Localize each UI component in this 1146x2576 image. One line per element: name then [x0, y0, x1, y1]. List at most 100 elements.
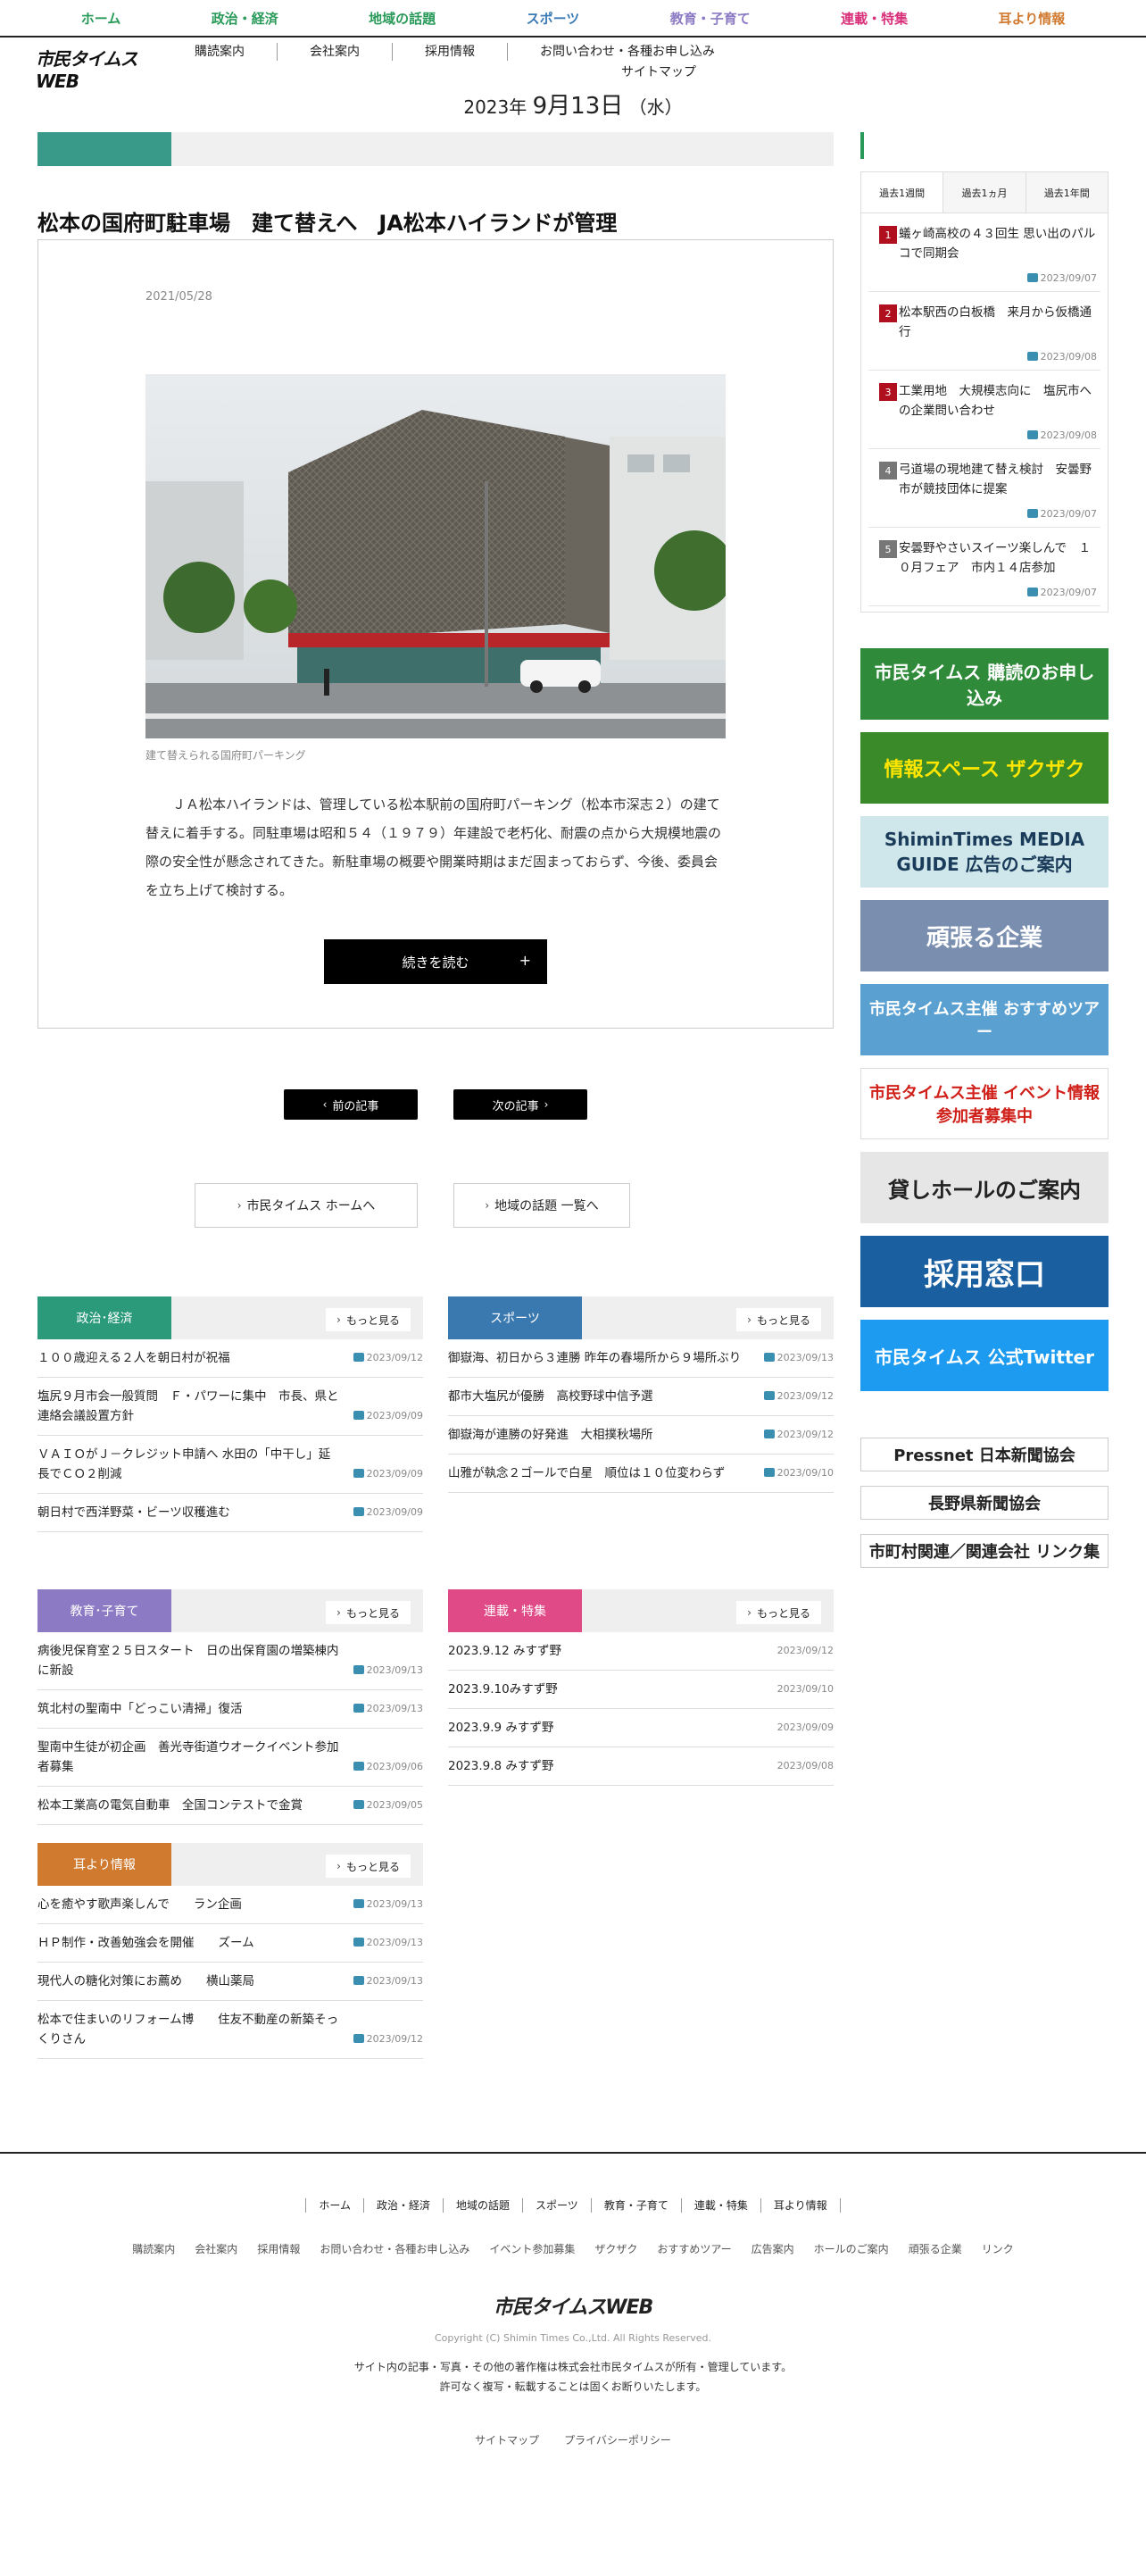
ranking-title[interactable]: 工業用地 大規模志向に 塩尻市への企業問い合わせ [899, 381, 1100, 421]
list-item-title[interactable]: 2023.9.10みすず野 [448, 1680, 834, 1699]
list-item[interactable]: 心を癒やす歌声楽しんで ラン企画 2023/09/13 [37, 1886, 423, 1924]
topnav-item-6[interactable]: 耳より情報 [999, 9, 1066, 28]
banner-2[interactable]: ShiminTimes MEDIA GUIDE 広告のご案内 [860, 816, 1109, 888]
footer-subnav-item[interactable]: おすすめツアー [647, 2241, 741, 2256]
subnav-company[interactable]: 会社案内 [278, 43, 393, 61]
section-label[interactable]: スポーツ [448, 1296, 582, 1339]
banner-8[interactable]: 市民タイムス 公式Twitter [860, 1320, 1109, 1391]
footer-subnav-item[interactable]: お問い合わせ・各種お申し込み [310, 2241, 479, 2256]
footer-subnav-item[interactable]: 会社案内 [185, 2241, 247, 2256]
topnav-item-4[interactable]: 教育・子育て [670, 9, 751, 28]
list-item[interactable]: 御嶽海が連勝の好発進 大相撲秋場所 2023/09/12 [448, 1416, 834, 1455]
subnav-recruit[interactable]: 採用情報 [393, 43, 508, 61]
ranking-item[interactable]: 4 弓道場の現地建て替え検討 安曇野市が競技団体に提案 2023/09/07 [868, 449, 1100, 528]
footer-bottom-link[interactable]: サイトマップ [462, 2432, 552, 2447]
footer-subnav-item[interactable]: 採用情報 [247, 2241, 310, 2256]
list-item[interactable]: ＶＡＩＯがＪ－クレジット申請へ 水田の「中干し」延長でＣＯ２削減 2023/09/… [37, 1436, 423, 1494]
list-item-title[interactable]: 2023.9.9 みすず野 [448, 1718, 834, 1738]
more-button[interactable]: › もっと見る [736, 1308, 821, 1331]
section-label[interactable]: 教育･子育て [37, 1589, 171, 1632]
list-item[interactable]: 聖南中生徒が初企画 善光寺街道ウオークイベント参加者募集 2023/09/06 [37, 1729, 423, 1787]
list-item[interactable]: 2023.9.9 みすず野 2023/09/09 [448, 1709, 834, 1747]
banner-0[interactable]: 市民タイムス 購読のお申し込み [860, 648, 1109, 720]
list-item[interactable]: 現代人の糖化対策にお薦め 横山薬局 2023/09/13 [37, 1963, 423, 2001]
topnav-item-1[interactable]: 政治・経済 [212, 9, 278, 28]
list-item[interactable]: 都市大塩尻が優勝 高校野球中信予選 2023/09/12 [448, 1378, 834, 1416]
list-item-title[interactable]: 2023.9.12 みすず野 [448, 1641, 834, 1661]
banner-7[interactable]: 採用窓口 [860, 1236, 1109, 1307]
list-item[interactable]: 山雅が執念２ゴールで白星 順位は１０位変わらず 2023/09/10 [448, 1455, 834, 1493]
article-photo [145, 374, 726, 738]
ranking-tab-month[interactable]: 過去1ヵ月 [943, 172, 1026, 213]
site-logo[interactable]: 市民タイムスWEB [36, 45, 162, 92]
more-button[interactable]: › もっと見る [326, 1855, 411, 1878]
ranking-title[interactable]: 弓道場の現地建て替え検討 安曇野市が競技団体に提案 [899, 460, 1100, 499]
section-label[interactable]: 連載・特集 [448, 1589, 582, 1632]
banner-6[interactable]: 貸しホールのご案内 [860, 1152, 1109, 1223]
ranking-tab-week[interactable]: 過去1週間 [861, 172, 944, 213]
list-item[interactable]: 2023.9.8 みすず野 2023/09/08 [448, 1747, 834, 1786]
small-banner-2[interactable]: 市町村関連／関連会社 リンク集 [860, 1534, 1109, 1568]
list-item[interactable]: 塩尻９月市会一般質問 Ｆ・パワーに集中 市長、県と連絡会議設置方針 2023/09… [37, 1378, 423, 1436]
home-link-button[interactable]: › 市民タイムス ホームへ [195, 1183, 418, 1228]
list-item[interactable]: 2023.9.12 みすず野 2023/09/12 [448, 1632, 834, 1671]
footer-nav-item[interactable]: 地域の話題 [443, 2198, 522, 2213]
more-button[interactable]: › もっと見る [736, 1601, 821, 1624]
footer-nav-item[interactable]: 教育・子育て [590, 2198, 681, 2213]
footer-bottom-link[interactable]: プライバシーポリシー [552, 2432, 684, 2447]
banner-1[interactable]: 情報スペース ザクザク [860, 732, 1109, 804]
small-banner-1[interactable]: 長野県新聞協会 [860, 1486, 1109, 1520]
list-item[interactable]: 朝日村で西洋野菜・ビーツ収穫進む 2023/09/09 [37, 1494, 423, 1532]
footer-subnav-item[interactable]: 購読案内 [122, 2241, 185, 2256]
topnav-item-3[interactable]: スポーツ [527, 9, 580, 28]
footer-subnav-item[interactable]: 広告案内 [742, 2241, 804, 2256]
topnav-item-0[interactable]: ホーム [81, 9, 121, 28]
topnav-item-2[interactable]: 地域の話題 [369, 9, 436, 28]
footer-nav-item[interactable]: 政治・経済 [363, 2198, 443, 2213]
footer-nav-item[interactable]: 耳より情報 [760, 2198, 841, 2213]
next-article-button[interactable]: 次の記事 › [453, 1089, 587, 1120]
read-more-button[interactable]: 続きを読む + [324, 939, 547, 984]
footer-nav-item[interactable]: スポーツ [522, 2198, 591, 2213]
list-item[interactable]: １００歳迎える２人を朝日村が祝福 2023/09/12 [37, 1339, 423, 1378]
ranking-title[interactable]: 蟻ヶ崎高校の４３回生 思い出のパルコで同期会 [899, 224, 1100, 263]
ranking-item[interactable]: 1 蟻ヶ崎高校の４３回生 思い出のパルコで同期会 2023/09/07 [868, 213, 1100, 292]
footer-subnav-item[interactable]: リンク [972, 2241, 1024, 2256]
list-item[interactable]: 筑北村の聖南中「どっこい清掃」復活 2023/09/13 [37, 1690, 423, 1729]
list-item[interactable]: 松本工業高の電気自動車 全国コンテストで金賞 2023/09/05 [37, 1787, 423, 1825]
banner-4[interactable]: 市民タイムス主催 おすすめツアー [860, 984, 1109, 1055]
banner-3[interactable]: 頑張る企業 [860, 900, 1109, 971]
section-label[interactable]: 政治･経済 [37, 1296, 171, 1339]
ranking-item[interactable]: 2 松本駅西の白板橋 来月から仮橋通行 2023/09/08 [868, 292, 1100, 371]
prev-article-button[interactable]: ‹ 前の記事 [284, 1089, 418, 1120]
ranking-title[interactable]: 安曇野やさいスイーツ楽しんで １０月フェア 市内１４店参加 [899, 538, 1100, 578]
ranking-title[interactable]: 松本駅西の白板橋 来月から仮橋通行 [899, 303, 1100, 342]
topic-list-link-button[interactable]: › 地域の話題 一覧へ [453, 1183, 630, 1228]
subnav-subscription[interactable]: 購読案内 [162, 43, 278, 61]
small-banner-0[interactable]: Pressnet 日本新聞協会 [860, 1438, 1109, 1471]
date-year: 2023 [463, 96, 510, 118]
footer-logo[interactable]: 市民タイムスWEB [0, 2291, 1146, 2320]
footer-subnav-item[interactable]: 頑張る企業 [899, 2241, 972, 2256]
footer-subnav-item[interactable]: イベント参加募集 [479, 2241, 585, 2256]
footer-nav-item[interactable]: 連載・特集 [680, 2198, 760, 2213]
subnav-contact[interactable]: お問い合わせ・各種お申し込み [508, 43, 747, 61]
topnav-item-5[interactable]: 連載・特集 [841, 9, 908, 28]
list-item[interactable]: ＨＰ制作・改善勉強会を開催 ズーム 2023/09/13 [37, 1924, 423, 1963]
more-button[interactable]: › もっと見る [326, 1601, 411, 1624]
footer-subnav-item[interactable]: ホールのご案内 [804, 2241, 899, 2256]
section-label[interactable]: 耳より情報 [37, 1843, 171, 1886]
ranking-tab-year[interactable]: 過去1年間 [1026, 172, 1108, 213]
ranking-item[interactable]: 3 工業用地 大規模志向に 塩尻市への企業問い合わせ 2023/09/08 [868, 371, 1100, 449]
subnav-sitemap[interactable]: サイトマップ [621, 63, 696, 80]
list-item[interactable]: 2023.9.10みすず野 2023/09/10 [448, 1671, 834, 1709]
list-item-title[interactable]: 2023.9.8 みすず野 [448, 1756, 834, 1776]
list-item[interactable]: 御嶽海、初日から３連勝 昨年の春場所から９場所ぶり 2023/09/13 [448, 1339, 834, 1378]
list-item[interactable]: 病後児保育室２５日スタート 日の出保育園の増築棟内に新設 2023/09/13 [37, 1632, 423, 1690]
banner-5[interactable]: 市民タイムス主催 イベント情報 参加者募集中 [860, 1068, 1109, 1139]
ranking-item[interactable]: 5 安曇野やさいスイーツ楽しんで １０月フェア 市内１４店参加 2023/09/07 [868, 528, 1100, 606]
list-item[interactable]: 松本で住まいのリフォーム博 住友不動産の新築そっくりさん 2023/09/12 [37, 2001, 423, 2059]
footer-nav-item[interactable]: ホーム [305, 2198, 363, 2213]
footer-subnav-item[interactable]: ザクザク [585, 2241, 647, 2256]
more-button[interactable]: › もっと見る [326, 1308, 411, 1331]
